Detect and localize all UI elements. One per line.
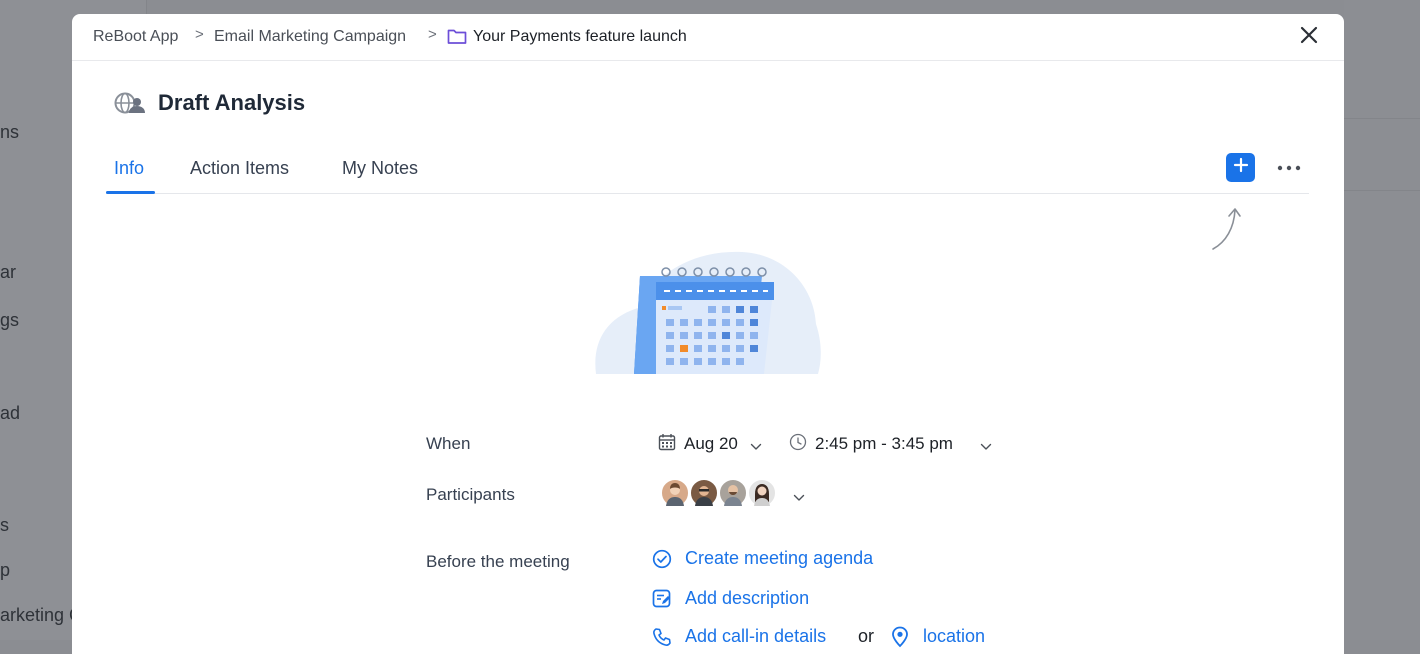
check-circle-icon: [652, 549, 672, 574]
breadcrumb-item-app[interactable]: ReBoot App: [93, 28, 178, 46]
plus-icon: [1233, 157, 1249, 178]
tab-action-items[interactable]: Action Items: [190, 158, 289, 179]
or-text: or: [858, 626, 875, 646]
tabs-divider: [106, 193, 1309, 194]
add-description-text: Add description: [685, 588, 810, 608]
page-title: Draft Analysis: [158, 90, 306, 115]
avatar: [718, 478, 748, 508]
active-tab-indicator: [106, 191, 155, 194]
when-label: When: [426, 434, 471, 453]
edit-note-icon: [652, 589, 672, 614]
avatar: [660, 478, 690, 508]
breadcrumb-item-project[interactable]: Email Marketing Campaign: [214, 28, 406, 46]
background-sidebar-item: s: [0, 515, 9, 535]
clock-icon: [789, 433, 807, 456]
create-agenda-text: Create meeting agenda: [685, 548, 874, 568]
close-icon: [1300, 26, 1318, 49]
background-sidebar-item: p: [0, 560, 11, 580]
tab-info[interactable]: Info: [114, 158, 144, 179]
more-options-button[interactable]: [1274, 154, 1304, 180]
more-horizontal-icon: [1277, 158, 1301, 176]
time-value: 2:45 pm - 3:45 pm: [815, 434, 953, 453]
chevron-down-icon: [980, 438, 992, 456]
hint-arrow-icon: [1206, 204, 1246, 259]
calendar-illustration: [592, 246, 827, 381]
background-sidebar-item: ad: [0, 403, 21, 423]
avatar: [747, 478, 777, 508]
folder-icon: [447, 28, 467, 50]
breadcrumb-separator: >: [428, 26, 437, 43]
add-callin-text: Add call-in details: [685, 626, 827, 646]
globe-people-icon: [114, 92, 146, 121]
background-divider: [1344, 190, 1420, 191]
background-sidebar-item: ns: [0, 122, 20, 142]
background-right-panel: [1344, 0, 1420, 640]
background-sidebar-item: gs: [0, 310, 20, 330]
date-value: Aug 20: [684, 434, 738, 453]
chevron-down-icon: [750, 438, 762, 456]
calendar-icon: [658, 433, 676, 456]
breadcrumb-item-current[interactable]: Your Payments feature launch: [473, 28, 687, 46]
background-sidebar-item: arketing C: [0, 605, 83, 625]
add-location-text: location: [923, 626, 986, 646]
meeting-modal: ReBoot App > Email Marketing Campaign > …: [72, 14, 1344, 654]
participants-label: Participants: [426, 485, 515, 504]
add-button[interactable]: [1226, 153, 1255, 182]
avatar: [689, 478, 719, 508]
close-button[interactable]: [1296, 24, 1322, 50]
background-divider: [1344, 118, 1420, 119]
tab-my-notes[interactable]: My Notes: [342, 158, 418, 179]
background-sidebar-item: ar: [0, 262, 17, 282]
breadcrumb-separator: >: [195, 26, 204, 43]
before-meeting-label: Before the meeting: [426, 552, 570, 571]
breadcrumb: ReBoot App > Email Marketing Campaign > …: [72, 14, 1344, 61]
chevron-down-icon: [793, 489, 805, 507]
